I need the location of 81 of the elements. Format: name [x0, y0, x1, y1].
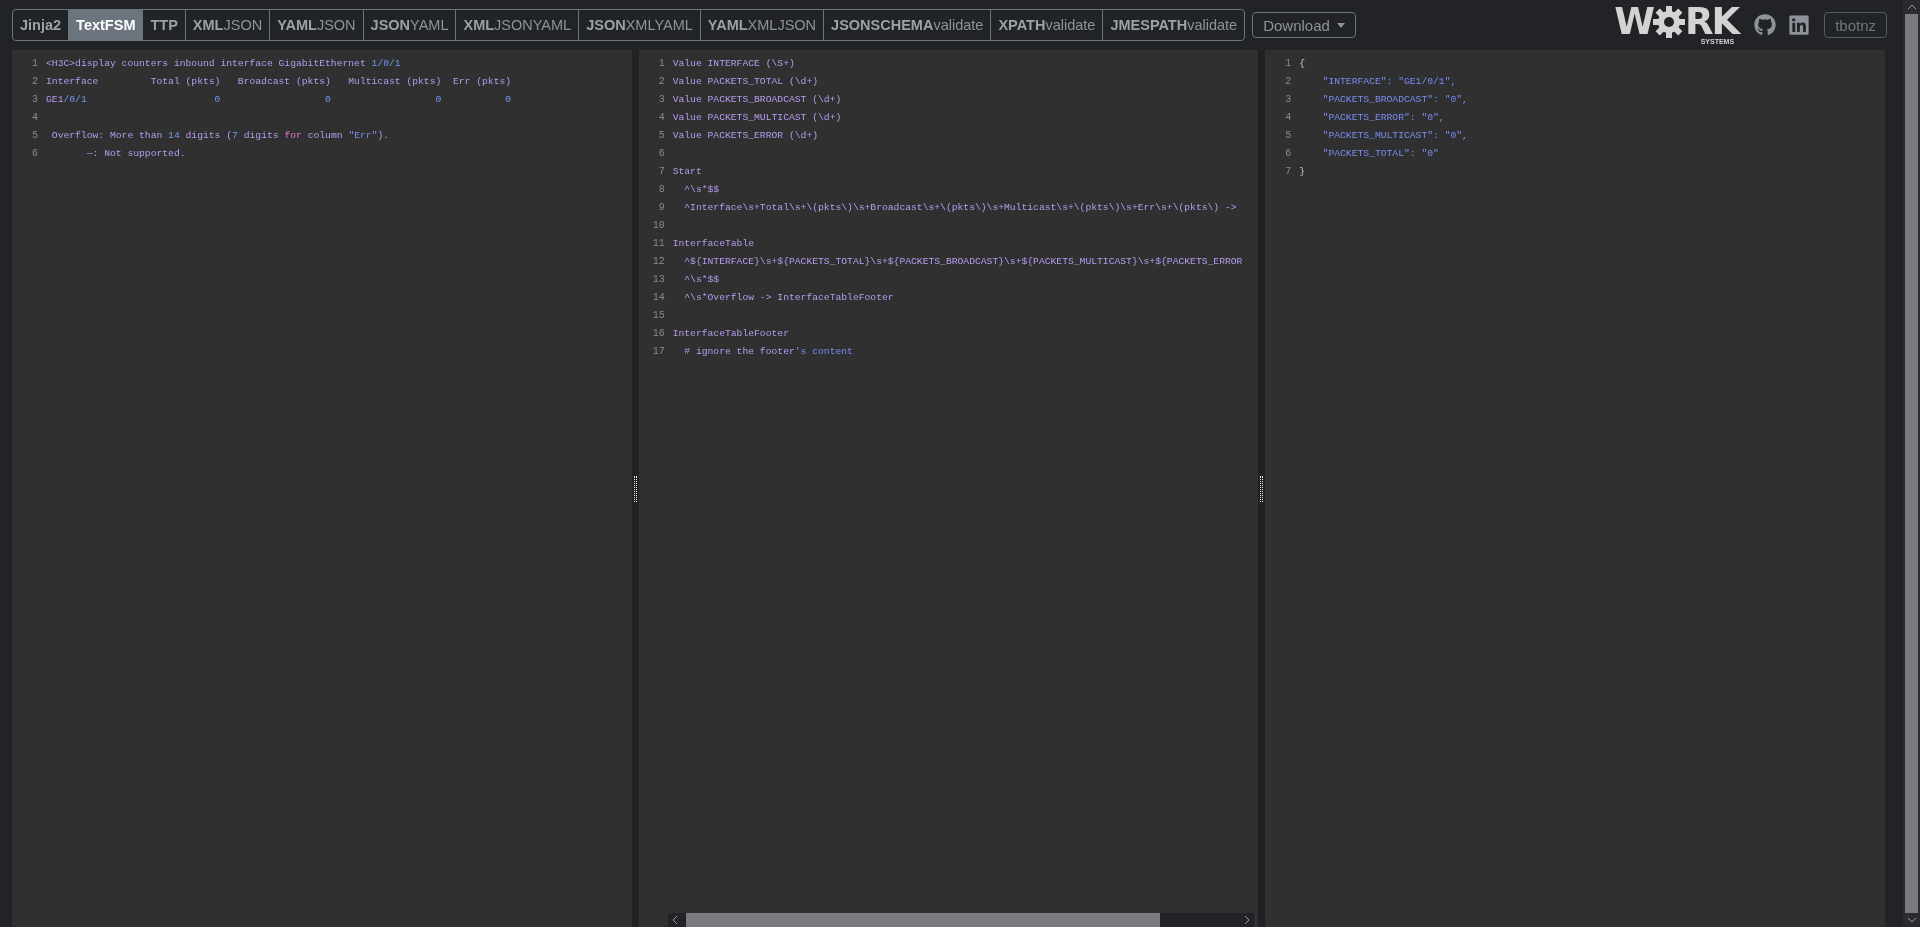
- nav-tab[interactable]: TextFSM: [68, 10, 143, 40]
- output-editor[interactable]: 1 { 2 "INTERFACE": "GE1/0/1", 3 "PACKETS_BROADCAST": "0", 4 "PACKETS_ERROR": "0", 5 "PACKETS_MULTICAST": "0", 6 "PACKETS_TOTAL": "0" 7 }: [1265, 50, 1885, 927]
- code-line: Value PACKETS_ERROR (\d+): [672, 130, 818, 141]
- line-number: 7: [1284, 166, 1293, 177]
- line-number: 6: [657, 148, 666, 159]
- line-number: 4: [657, 112, 666, 123]
- code-line: <H3C>display counters inbound interface GigabitEthernet 1/0/1: [46, 58, 401, 69]
- code-line: Value PACKETS_MULTICAST (\d+): [672, 112, 842, 123]
- line-number: 7: [657, 166, 666, 177]
- line-number: 13: [651, 274, 666, 285]
- nav-tab[interactable]: JMESPATHvalidate: [1102, 10, 1245, 40]
- download-button[interactable]: Download: [1252, 12, 1356, 38]
- code-line: Value PACKETS_TOTAL (\d+): [672, 76, 818, 87]
- line-number: 4: [31, 112, 39, 123]
- nav-tab[interactable]: Jinja2: [13, 10, 69, 40]
- line-number: 1: [657, 58, 666, 69]
- line-number: 10: [651, 220, 666, 231]
- nav-tab[interactable]: YAMLJSON: [269, 10, 363, 40]
- code-line: }: [1299, 166, 1306, 177]
- code-line: Value INTERFACE (\S+): [672, 58, 795, 69]
- line-number: 16: [651, 328, 666, 339]
- code-line: ^\s*Overflow -> InterfaceTableFooter: [683, 292, 894, 303]
- line-number: 2: [31, 76, 39, 87]
- line-number: 14: [651, 292, 666, 303]
- nav-tab[interactable]: JSONSCHEMAvalidate: [823, 10, 991, 40]
- code-line: GE1/0/1 0 0 0 0: [46, 94, 512, 105]
- code-line: Interface Total (pkts) Broadcast (pkts) Multicast (pkts) Err (pkts): [46, 76, 512, 87]
- nav-tab[interactable]: JSONYAML: [362, 10, 456, 40]
- linkedin-icon[interactable]: [1788, 14, 1811, 36]
- code-line: {: [1299, 58, 1306, 69]
- line-number: 12: [651, 256, 666, 267]
- line-number: 3: [31, 94, 39, 105]
- page-scrollbar[interactable]: [1903, 0, 1920, 927]
- line-number: 8: [657, 184, 666, 195]
- line-number: 6: [31, 148, 39, 159]
- nav-tab[interactable]: XPATHvalidate: [990, 10, 1103, 40]
- splitter-handle[interactable]: [1260, 475, 1264, 502]
- line-number: 1: [31, 58, 39, 69]
- line-number: 4: [1284, 112, 1293, 123]
- code-line: "PACKETS_ERROR": "0",: [1321, 112, 1445, 123]
- nav-tab[interactable]: JSONXMLYAML: [578, 10, 700, 40]
- code-line: "PACKETS_TOTAL": "0": [1321, 148, 1439, 159]
- logo-text: RK: [1684, 3, 1739, 40]
- line-number: 3: [1284, 94, 1293, 105]
- code-line: "PACKETS_MULTICAST": "0",: [1321, 130, 1468, 141]
- code-line: InterfaceTable: [672, 238, 755, 249]
- splitter-handle[interactable]: [633, 475, 637, 502]
- code-line: Value PACKETS_BROADCAST (\d+): [672, 94, 842, 105]
- logo-text: W: [1614, 3, 1653, 40]
- code-line: Start: [672, 166, 702, 177]
- code-line: "INTERFACE": "GE1/0/1",: [1321, 76, 1457, 87]
- code-line: —: Not supported.: [85, 148, 186, 159]
- line-number: 11: [651, 238, 666, 249]
- caret-icon: [1336, 22, 1345, 28]
- code-line: InterfaceTableFooter: [672, 328, 789, 339]
- line-number: 5: [31, 130, 39, 141]
- gear-icon: [1652, 5, 1685, 38]
- line-number: 2: [1284, 76, 1293, 87]
- line-number: 9: [657, 202, 666, 213]
- code-line: Overflow: More than 14 digits (7 digits for column "Err").: [50, 130, 390, 141]
- code-line: # ignore the footer's content: [683, 346, 853, 357]
- code-line: ^Interface\s+Total\s+\(pkts\)\s+Broadcast\s+\(pkts\)\s+Multicast\s+\(pkts\)\s+Err\s+\(pkts\) ->: [683, 202, 1237, 213]
- code-line: "PACKETS_BROADCAST": "0",: [1321, 94, 1468, 105]
- line-number: 6: [1284, 148, 1293, 159]
- line-number: 3: [657, 94, 666, 105]
- horizontal-scrollbar[interactable]: [667, 913, 1255, 927]
- code-line: ^\s*$$: [683, 274, 720, 285]
- line-number: 5: [657, 130, 666, 141]
- nav-tab[interactable]: XMLJSONYAML: [455, 10, 579, 40]
- code-line: ^${INTERFACE}\s+${PACKETS_TOTAL}\s+${PACKETS_BROADCAST}\s+${PACKETS_MULTICAST}\s+${PACKETS_ERROR: [683, 256, 1243, 267]
- line-number: 15: [651, 310, 666, 321]
- line-number: 2: [657, 76, 666, 87]
- user-button[interactable]: tbotnz: [1824, 12, 1887, 38]
- github-icon[interactable]: [1754, 14, 1777, 36]
- nav-tab[interactable]: TTP: [142, 10, 185, 40]
- line-number: 17: [651, 346, 666, 357]
- nav-tab[interactable]: XMLJSON: [184, 10, 270, 40]
- code-line: ^\s*$$: [683, 184, 720, 195]
- nav-tab[interactable]: YAMLXMLJSON: [699, 10, 824, 40]
- line-number: 1: [1284, 58, 1293, 69]
- line-number: 5: [1284, 130, 1293, 141]
